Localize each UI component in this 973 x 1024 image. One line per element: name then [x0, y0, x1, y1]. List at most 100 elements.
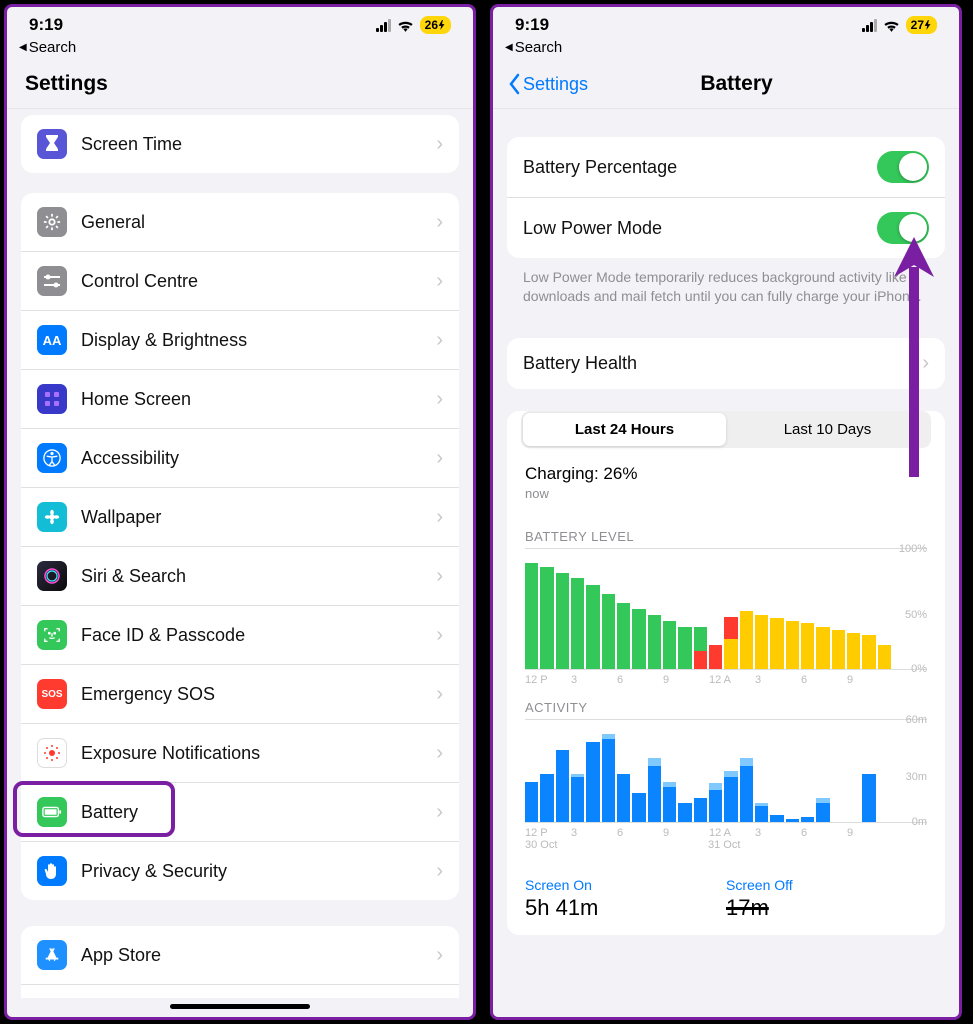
seg-last-10d[interactable]: Last 10 Days	[726, 413, 929, 446]
row-label: Battery Health	[523, 353, 922, 374]
row-label: Battery	[81, 802, 436, 823]
chevron-right-icon: ›	[436, 211, 443, 234]
screen-on-value: 5h 41m	[525, 895, 726, 921]
nav-back-button[interactable]: Settings	[507, 73, 588, 95]
bar-chart: 60m 30m 0m	[525, 719, 927, 823]
row-label: General	[81, 212, 436, 233]
row-app-store[interactable]: App Store ›	[21, 926, 459, 985]
row-battery-health[interactable]: Battery Health ›	[507, 338, 945, 389]
gear-icon	[37, 207, 67, 237]
group-usage: Last 24 Hours Last 10 Days Charging: 26%…	[507, 411, 945, 935]
date-axis: 30 Oct 31 Oct	[525, 839, 927, 851]
nav-back-label: Settings	[523, 74, 588, 95]
signal-icon	[862, 19, 877, 32]
battery-scroll[interactable]: Battery Percentage Low Power Mode Low Po…	[493, 109, 959, 1017]
toggle-battery-percentage[interactable]	[877, 151, 929, 183]
row-screen-time[interactable]: Screen Time ›	[21, 115, 459, 173]
time-range-segment: Last 24 Hours Last 10 Days	[521, 411, 931, 448]
wifi-icon	[883, 19, 900, 32]
chevron-right-icon: ›	[436, 447, 443, 470]
signal-icon	[376, 19, 391, 32]
row-label: Screen Time	[81, 134, 436, 155]
battery-indicator: 27	[906, 16, 937, 34]
toggle-low-power-mode[interactable]	[877, 212, 929, 244]
siri-icon	[37, 561, 67, 591]
bar-chart: 100% 50% 0%	[525, 548, 927, 670]
screen-on-header: Screen On	[525, 877, 726, 893]
sos-icon: SOS	[37, 679, 67, 709]
y-label: 100%	[899, 543, 927, 555]
row-battery[interactable]: Battery ›	[21, 783, 459, 842]
row-battery-percentage: Battery Percentage	[507, 137, 945, 198]
battery-indicator: 26	[420, 16, 451, 34]
row-label: Accessibility	[81, 448, 436, 469]
seg-last-24h[interactable]: Last 24 Hours	[523, 413, 726, 446]
back-triangle-icon: ◀	[505, 42, 513, 53]
chevron-left-icon	[507, 73, 521, 95]
group-general: General › Control Centre › AA Display & …	[21, 193, 459, 900]
row-label: Siri & Search	[81, 566, 436, 587]
settings-scroll[interactable]: Screen Time › General › Control Centre ›…	[7, 109, 473, 998]
status-time: 9:19	[515, 15, 549, 35]
chevron-right-icon: ›	[436, 944, 443, 967]
phone-settings: 9:19 26 ◀ Search Settings Screen Time › …	[4, 4, 476, 1020]
group-screentime: Screen Time ›	[21, 115, 459, 173]
exposure-icon	[37, 738, 67, 768]
low-power-footnote: Low Power Mode temporarily reduces backg…	[493, 268, 959, 326]
row-label: Display & Brightness	[81, 330, 436, 351]
row-home-screen[interactable]: Home Screen ›	[21, 370, 459, 429]
screen-off-value: 17m	[726, 895, 769, 921]
nav-header: Settings	[7, 62, 473, 109]
row-faceid-passcode[interactable]: Face ID & Passcode ›	[21, 606, 459, 665]
page-title: Settings	[25, 72, 459, 96]
row-label: Battery Percentage	[523, 157, 877, 178]
chevron-right-icon: ›	[436, 270, 443, 293]
row-label: Face ID & Passcode	[81, 625, 436, 646]
charging-subtext: now	[525, 486, 927, 501]
status-right: 26	[376, 16, 451, 34]
battery-icon	[37, 797, 67, 827]
row-display-brightness[interactable]: AA Display & Brightness ›	[21, 311, 459, 370]
date-label: 31 Oct	[708, 839, 891, 851]
row-general[interactable]: General ›	[21, 193, 459, 252]
chevron-right-icon: ›	[436, 388, 443, 411]
breadcrumb-back[interactable]: ◀ Search	[7, 37, 473, 62]
row-privacy-security[interactable]: Privacy & Security ›	[21, 842, 459, 900]
group-toggles: Battery Percentage Low Power Mode	[507, 137, 945, 258]
breadcrumb-back[interactable]: ◀ Search	[493, 37, 959, 62]
row-wallpaper[interactable]: Wallpaper ›	[21, 488, 459, 547]
status-bar: 9:19 27	[493, 7, 959, 37]
y-label: 50%	[905, 609, 927, 621]
chevron-right-icon: ›	[436, 860, 443, 883]
back-triangle-icon: ◀	[19, 42, 27, 53]
chevron-right-icon: ›	[436, 683, 443, 706]
chevron-right-icon: ›	[436, 624, 443, 647]
back-label: Search	[29, 39, 77, 56]
row-label: Low Power Mode	[523, 218, 877, 239]
row-exposure-notifications[interactable]: Exposure Notifications ›	[21, 724, 459, 783]
wallpaper-icon	[37, 502, 67, 532]
date-label: 30 Oct	[525, 839, 708, 851]
appstore-icon	[37, 940, 67, 970]
hourglass-icon	[37, 129, 67, 159]
screen-summary: Screen On 5h 41m Screen Off 17m	[507, 877, 945, 935]
chart-title: BATTERY LEVEL	[525, 529, 927, 544]
row-emergency-sos[interactable]: SOS Emergency SOS ›	[21, 665, 459, 724]
battery-level-chart: BATTERY LEVEL 100% 50% 0% 12 P36912 A369	[507, 529, 945, 700]
group-appstore: App Store › Wallet ›	[21, 926, 459, 998]
charging-summary: Charging: 26% now	[507, 464, 945, 529]
y-label: 0m	[912, 816, 927, 828]
home-indicator	[170, 1004, 310, 1009]
nav-header: Settings Battery	[493, 62, 959, 109]
row-control-centre[interactable]: Control Centre ›	[21, 252, 459, 311]
row-siri-search[interactable]: Siri & Search ›	[21, 547, 459, 606]
row-wallet[interactable]: Wallet ›	[21, 985, 459, 998]
screen-off-header: Screen Off	[726, 877, 927, 893]
row-accessibility[interactable]: Accessibility ›	[21, 429, 459, 488]
row-label: Emergency SOS	[81, 684, 436, 705]
page-title: Battery	[588, 72, 885, 96]
row-label: App Store	[81, 945, 436, 966]
phone-battery: 9:19 27 ◀ Search Settings Battery Batter…	[490, 4, 962, 1020]
row-label: Exposure Notifications	[81, 743, 436, 764]
charging-headline: Charging: 26%	[525, 464, 927, 484]
